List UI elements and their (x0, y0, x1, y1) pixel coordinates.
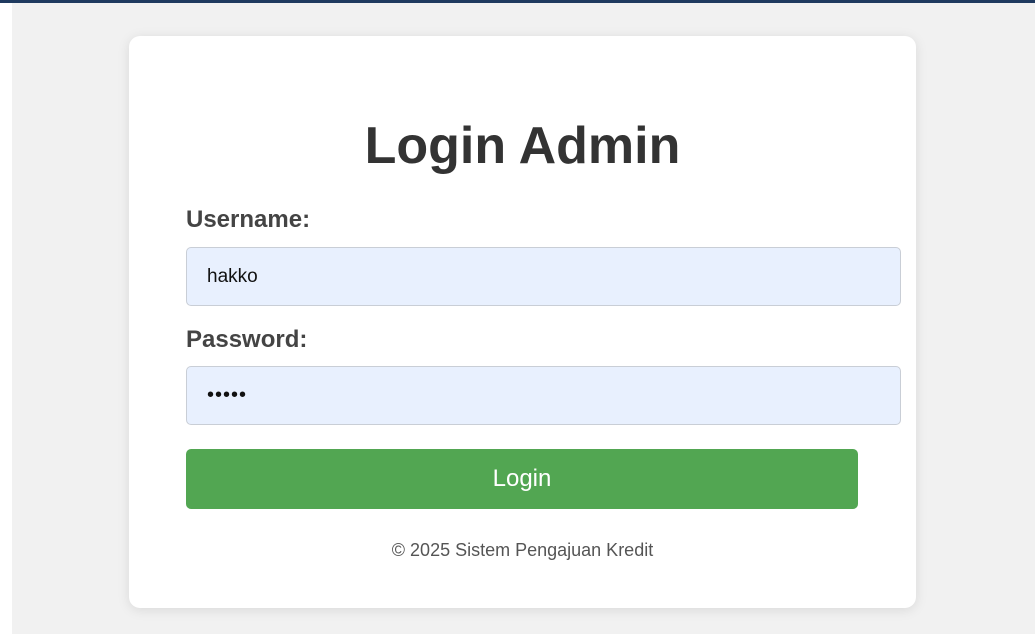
copyright-footer: © 2025 Sistem Pengajuan Kredit (391, 540, 654, 560)
username-label: Username: (186, 206, 311, 233)
username-input[interactable] (186, 247, 901, 306)
left-gutter (0, 3, 12, 634)
page-title: Login Admin (364, 117, 681, 175)
login-button[interactable]: Login (186, 449, 858, 509)
password-label: Password: (186, 326, 308, 353)
page-background: Login Admin Username: Password: Login © … (12, 3, 1035, 634)
login-card: Login Admin Username: Password: Login © … (129, 36, 916, 608)
password-input[interactable] (186, 366, 901, 425)
